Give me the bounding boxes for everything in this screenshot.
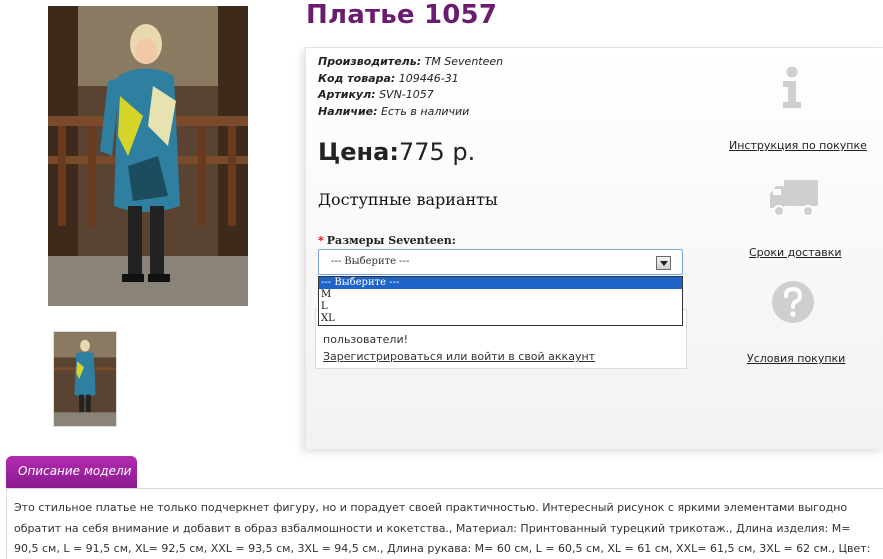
size-select-value: --- Выберите --- [331, 256, 410, 267]
size-select[interactable]: --- Выберите --- [318, 249, 683, 275]
size-dropdown-list[interactable]: --- Выберите --- M L XL [318, 276, 683, 326]
question-icon [770, 279, 816, 325]
product-thumbnail[interactable] [53, 331, 117, 427]
side-link-instructions[interactable]: Инструкция по покупке [729, 139, 867, 152]
spec-label: Код товара: [318, 71, 396, 85]
spec-article: Артикул: SVN-1057 [318, 87, 503, 104]
side-link-delivery[interactable]: Сроки доставки [749, 246, 842, 259]
price-value: 775 р. [398, 138, 476, 166]
product-page: Платье 1057 Производитель: TM Seventeen … [0, 0, 883, 559]
spec-label: Наличие: [318, 104, 378, 118]
spec-value: Есть в наличии [381, 104, 470, 118]
size-label-text: Размеры Seventeen: [326, 234, 456, 247]
size-label: * Размеры Seventeen: [318, 234, 456, 247]
side-link-terms[interactable]: Условия покупки [747, 352, 845, 365]
delivery-link[interactable]: Сроки доставки [749, 246, 842, 259]
truck-icon [768, 178, 820, 218]
size-option-placeholder[interactable]: --- Выберите --- [319, 277, 682, 289]
variants-heading: Доступные варианты [318, 190, 498, 209]
spec-availability: Наличие: Есть в наличии [318, 104, 503, 121]
price-label: Цена: [318, 138, 399, 166]
login-notice-message: пользователи! [323, 333, 409, 346]
spec-value: TM Seventeen [424, 55, 504, 68]
product-title: Платье 1057 [306, 0, 498, 30]
chevron-down-icon[interactable] [656, 256, 671, 270]
instructions-link[interactable]: Инструкция по покупке [729, 139, 867, 152]
spec-value: 109446-31 [398, 71, 459, 85]
product-price: Цена:775 р. [318, 138, 475, 166]
required-mark: * [318, 234, 324, 247]
spec-manufacturer: Производитель: TM Seventeen [318, 54, 503, 71]
register-login-link[interactable]: Зарегистрироваться или войти в свой акка… [323, 350, 595, 363]
size-option-xl[interactable]: XL [319, 313, 682, 325]
tab-description[interactable]: Описание модели [6, 456, 137, 488]
product-specs: Производитель: TM Seventeen Код товара: … [318, 54, 503, 120]
spec-label: Артикул: [318, 88, 376, 101]
terms-link[interactable]: Условия покупки [747, 352, 845, 365]
spec-label: Производитель: [318, 55, 422, 68]
size-option-l[interactable]: L [319, 301, 682, 313]
spec-product-code: Код товара: 109446-31 [318, 71, 503, 88]
size-option-m[interactable]: M [319, 289, 682, 301]
spec-value: SVN-1057 [379, 88, 434, 101]
product-main-photo[interactable] [48, 6, 248, 306]
product-description: Это стильное платье не только подчеркнет… [14, 501, 871, 555]
info-icon [779, 66, 805, 110]
